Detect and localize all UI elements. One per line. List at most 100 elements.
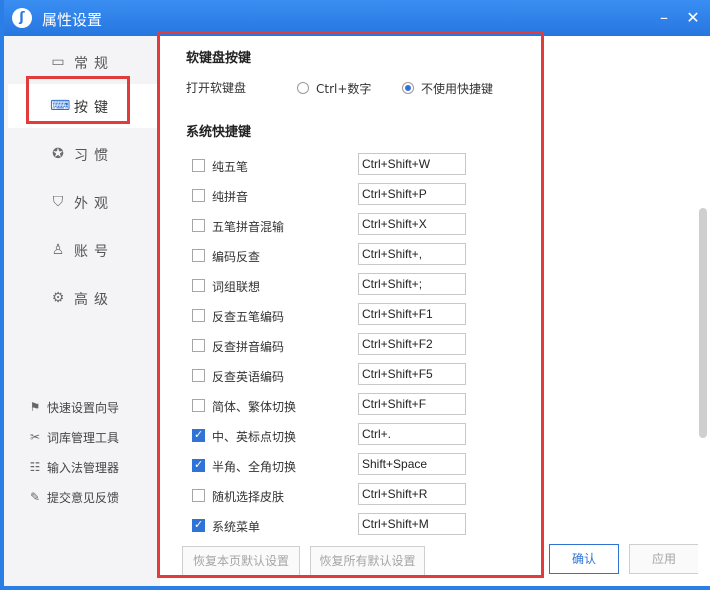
shirt-icon: ⛉ xyxy=(52,194,64,210)
hotkey-name: 五笔拼音混输 xyxy=(212,220,285,234)
hotkey-row: 简体、繁体切换 Ctrl+Shift+F xyxy=(192,393,492,417)
hotkey-input[interactable]: Ctrl+Shift+W xyxy=(358,153,466,175)
quick-setup-wizard-link[interactable]: ⚑ 快速设置向导 xyxy=(28,397,158,419)
hotkey-checkbox[interactable] xyxy=(192,458,205,472)
tool-link-label: 输入法管理器 xyxy=(47,461,120,475)
hotkey-name: 纯拼音 xyxy=(212,190,249,204)
sidebar: ▭ 常规 ⌨ 按键 ✪ 习惯 ⛉ 外观 ♙ 账号 ⚙ 高级 ⚑ 快速设置向导 ✂ xyxy=(8,36,158,586)
hotkey-name: 反查英语编码 xyxy=(212,370,285,384)
minimize-icon[interactable]: – xyxy=(656,8,672,28)
hotkey-checkbox[interactable] xyxy=(192,428,205,442)
close-icon[interactable]: ✕ xyxy=(684,8,702,28)
hotkey-name: 词组联想 xyxy=(212,280,261,294)
sidebar-item-habits[interactable]: ✪ 习惯 xyxy=(8,132,158,176)
app-logo-icon: ʃ xyxy=(12,8,32,28)
sidebar-item-keys[interactable]: ⌨ 按键 xyxy=(8,84,158,128)
keyboard-icon: ⌨ xyxy=(50,98,71,114)
hotkey-row: 反查拼音编码 Ctrl+Shift+F2 xyxy=(192,333,492,357)
hotkey-name: 半角、全角切换 xyxy=(212,460,297,474)
hotkey-checkbox[interactable] xyxy=(192,159,205,172)
hotkey-checkbox[interactable] xyxy=(192,189,205,202)
hotkey-name: 纯五笔 xyxy=(212,160,249,174)
hotkey-row: 半角、全角切换 Shift+Space xyxy=(192,453,492,477)
hotkey-checkbox[interactable] xyxy=(192,339,205,352)
hotkey-name: 系统菜单 xyxy=(212,520,261,534)
hotkey-row: 五笔拼音混输 Ctrl+Shift+X xyxy=(192,213,492,237)
hotkey-input[interactable]: Ctrl+Shift+F1 xyxy=(358,303,466,325)
window-title: 属性设置 xyxy=(42,11,103,29)
hotkey-input[interactable]: Ctrl+. xyxy=(358,423,466,445)
open-soft-keyboard-label: 打开软键盘 xyxy=(186,81,247,95)
list-icon: ☷ xyxy=(29,460,41,474)
radio-no-hotkey[interactable] xyxy=(402,82,414,94)
hotkey-checkbox[interactable] xyxy=(192,518,205,532)
radio-no-hotkey-label: 不使用快捷键 xyxy=(421,82,494,96)
hotkey-input[interactable]: Ctrl+Shift+; xyxy=(358,273,466,295)
hotkey-checkbox[interactable] xyxy=(192,279,205,292)
dictionary-tool-link[interactable]: ✂ 词库管理工具 xyxy=(28,427,158,449)
sidebar-item-appearance[interactable]: ⛉ 外观 xyxy=(8,180,158,224)
scrollbar-thumb[interactable] xyxy=(699,208,707,438)
radio-ctrl-number-label: Ctrl+数字 xyxy=(316,82,372,96)
tool-link-label: 提交意见反馈 xyxy=(47,491,120,505)
sidebar-item-account[interactable]: ♙ 账号 xyxy=(8,228,158,272)
tool-link-label: 快速设置向导 xyxy=(47,401,120,415)
hotkey-row: 纯拼音 Ctrl+Shift+P xyxy=(192,183,492,207)
hotkey-row: 编码反查 Ctrl+Shift+, xyxy=(192,243,492,267)
ime-manager-link[interactable]: ☷ 输入法管理器 xyxy=(28,457,158,479)
hotkey-name: 随机选择皮肤 xyxy=(212,490,285,504)
hotkey-name: 简体、繁体切换 xyxy=(212,400,297,414)
soft-keyboard-section-title: 软键盘按键 xyxy=(186,51,252,66)
hotkey-row: 纯五笔 Ctrl+Shift+W xyxy=(192,153,492,177)
hotkey-row: 反查五笔编码 Ctrl+Shift+F1 xyxy=(192,303,492,327)
star-circle-icon: ✪ xyxy=(52,146,64,162)
hotkey-checkbox[interactable] xyxy=(192,399,205,412)
tool-link-label: 词库管理工具 xyxy=(47,431,120,445)
hotkey-checkbox[interactable] xyxy=(192,309,205,322)
restore-page-defaults-button[interactable]: 恢复本页默认设置 xyxy=(182,546,300,576)
hotkey-name: 反查五笔编码 xyxy=(212,310,285,324)
hotkey-input[interactable]: Ctrl+Shift+F xyxy=(358,393,466,415)
restore-all-defaults-button[interactable]: 恢复所有默认设置 xyxy=(310,546,425,576)
hotkey-input[interactable]: Ctrl+Shift+F5 xyxy=(358,363,466,385)
ok-button[interactable]: 确认 xyxy=(549,544,619,574)
hotkey-checkbox[interactable] xyxy=(192,219,205,232)
hotkey-input[interactable]: Ctrl+Shift+P xyxy=(358,183,466,205)
apply-button[interactable]: 应用 xyxy=(629,544,699,574)
tools-icon: ✂ xyxy=(29,430,41,444)
hotkey-row: 随机选择皮肤 Ctrl+Shift+R xyxy=(192,483,492,507)
hotkey-name: 中、英标点切换 xyxy=(212,430,297,444)
settings-window: ʃ 属性设置 – ✕ ▭ 常规 ⌨ 按键 ✪ 习惯 ⛉ 外观 ♙ 账号 ⚙ 高级 xyxy=(0,0,710,590)
hotkey-checkbox[interactable] xyxy=(192,249,205,262)
hotkey-row: 词组联想 Ctrl+Shift+; xyxy=(192,273,492,297)
hotkey-input[interactable]: Ctrl+Shift+F2 xyxy=(358,333,466,355)
hotkey-input[interactable]: Shift+Space xyxy=(358,453,466,475)
hotkey-row: 系统菜单 Ctrl+Shift+M xyxy=(192,513,492,537)
hotkey-input[interactable]: Ctrl+Shift+R xyxy=(358,483,466,505)
sidebar-item-advanced[interactable]: ⚙ 高级 xyxy=(8,276,158,320)
radio-ctrl-number[interactable] xyxy=(297,82,309,94)
sidebar-item-label: 习惯 xyxy=(74,148,114,164)
hotkey-input[interactable]: Ctrl+Shift+, xyxy=(358,243,466,265)
hotkey-input[interactable]: Ctrl+Shift+M xyxy=(358,513,466,535)
hotkey-row: 反查英语编码 Ctrl+Shift+F5 xyxy=(192,363,492,387)
hotkey-row: 中、英标点切换 Ctrl+. xyxy=(192,423,492,447)
sidebar-item-label: 高级 xyxy=(74,292,114,308)
flag-icon: ⚑ xyxy=(29,400,41,414)
hotkey-name: 反查拼音编码 xyxy=(212,340,285,354)
feedback-link[interactable]: ✎ 提交意见反馈 xyxy=(28,487,158,509)
system-hotkeys-section-title: 系统快捷键 xyxy=(186,125,252,140)
monitor-icon: ▭ xyxy=(51,54,65,70)
title-bar[interactable]: ʃ 属性设置 – ✕ xyxy=(4,0,710,36)
settings-content: 软键盘按键 打开软键盘 Ctrl+数字 不使用快捷键 系统快捷键 纯五笔 Ctrl… xyxy=(160,36,710,586)
sidebar-item-label: 按键 xyxy=(74,100,114,116)
hotkey-input[interactable]: Ctrl+Shift+X xyxy=(358,213,466,235)
sidebar-item-general[interactable]: ▭ 常规 xyxy=(8,40,158,84)
gear-icon: ⚙ xyxy=(51,290,65,306)
sidebar-item-label: 外观 xyxy=(74,196,114,212)
hotkey-checkbox[interactable] xyxy=(192,369,205,382)
hotkey-name: 编码反查 xyxy=(212,250,261,264)
hotkey-checkbox[interactable] xyxy=(192,489,205,502)
sidebar-item-label: 账号 xyxy=(74,244,114,260)
user-icon: ♙ xyxy=(51,242,65,258)
